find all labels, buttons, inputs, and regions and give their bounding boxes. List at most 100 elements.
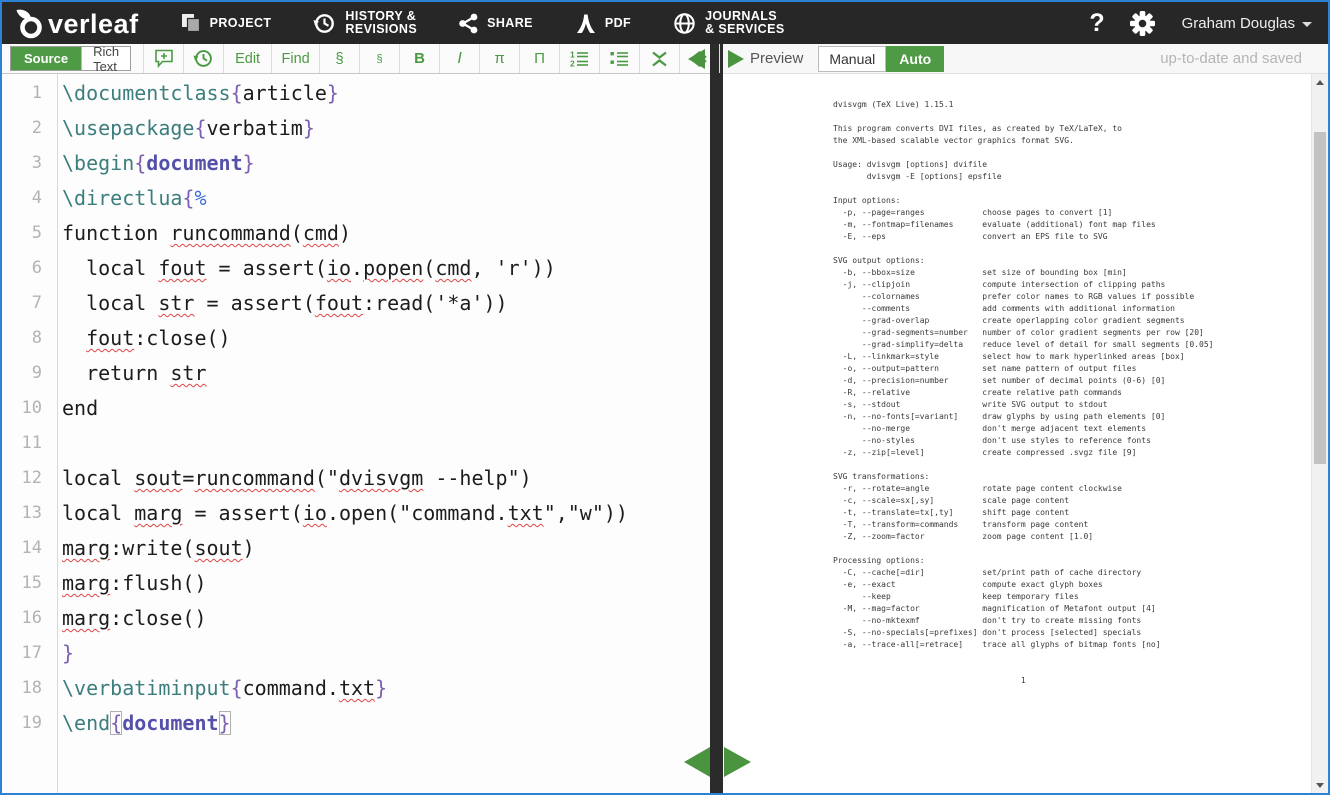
- line-number: 18: [2, 671, 57, 706]
- line-number: 2: [2, 111, 57, 146]
- code-line[interactable]: 15marg:flush(): [2, 566, 710, 601]
- code-line[interactable]: 10end: [2, 391, 710, 426]
- project-icon: [181, 13, 201, 33]
- gutter-divider: [57, 74, 58, 793]
- code-line[interactable]: 2\usepackage{verbatim}: [2, 111, 710, 146]
- numbered-list-button[interactable]: 1 2: [560, 44, 600, 73]
- help-button[interactable]: ?: [1089, 9, 1104, 38]
- code-line[interactable]: 13local marg = assert(io.open("command.t…: [2, 496, 710, 531]
- track-changes-button[interactable]: [184, 44, 224, 73]
- source-code-editor[interactable]: 1\documentclass{article}2\usepackage{ver…: [2, 74, 710, 793]
- pdf-text: dvisvgm (TeX Live) 1.15.1 This program c…: [723, 74, 1328, 687]
- pane-resize-divider[interactable]: [710, 44, 723, 793]
- italic-button[interactable]: I: [440, 44, 480, 73]
- code-text: function runcommand(cmd): [57, 216, 351, 251]
- preview-toolbar: Preview Manual Auto up-to-date and saved: [723, 44, 1328, 74]
- code-line[interactable]: 18\verbatiminput{command.txt}: [2, 671, 710, 706]
- main-split: Source Rich Text Edit: [2, 44, 1328, 793]
- expand-preview-arrow-top[interactable]: [728, 50, 744, 68]
- code-text: local sout=runcommand("dvisvgm --help"): [57, 461, 532, 496]
- preview-pane: Preview Manual Auto up-to-date and saved…: [723, 44, 1328, 793]
- add-comment-button[interactable]: [144, 44, 184, 73]
- manual-compile-button[interactable]: Manual: [818, 46, 886, 72]
- settings-gear-button[interactable]: [1129, 10, 1156, 37]
- code-text: local fout = assert(io.popen(cmd, 'r')): [57, 251, 556, 286]
- code-text: marg:write(sout): [57, 531, 255, 566]
- expand-preview-arrow-bottom[interactable]: [724, 747, 751, 777]
- code-text: \directlua{%: [57, 181, 207, 216]
- code-line[interactable]: 6 local fout = assert(io.popen(cmd, 'r')…: [2, 251, 710, 286]
- code-text: \documentclass{article}: [57, 76, 339, 111]
- chevron-down-icon: [1302, 22, 1312, 27]
- nav-item-project[interactable]: PROJECT: [181, 13, 272, 33]
- code-line[interactable]: 19\end{document}: [2, 706, 710, 741]
- user-menu[interactable]: Graham Douglas: [1182, 15, 1312, 32]
- bold-button[interactable]: B: [400, 44, 440, 73]
- rich-text-mode-button[interactable]: Rich Text: [81, 47, 130, 70]
- top-navbar: verleaf PROJECT HISTORY & REVISIONS: [2, 2, 1328, 44]
- line-number: 7: [2, 286, 57, 321]
- code-line[interactable]: 1\documentclass{article}: [2, 76, 710, 111]
- code-line[interactable]: 8 fout:close(): [2, 321, 710, 356]
- code-line[interactable]: 5function runcommand(cmd): [2, 216, 710, 251]
- code-line[interactable]: 4\directlua{%: [2, 181, 710, 216]
- collapse-editor-arrow-bottom[interactable]: [684, 747, 710, 777]
- scrollbar-up-button[interactable]: [1312, 74, 1328, 90]
- preview-label: Preview: [750, 50, 803, 67]
- history-clock-icon: [313, 12, 336, 35]
- code-text: local str = assert(fout:read('*a')): [57, 286, 508, 321]
- editor-toolbar-buttons: Edit Find § § B I π Π 1 2: [143, 44, 720, 73]
- line-number: 4: [2, 181, 57, 216]
- compile-mode-toggle: Manual Auto: [818, 46, 944, 72]
- preview-scrollbar[interactable]: [1311, 74, 1328, 793]
- code-line[interactable]: 12local sout=runcommand("dvisvgm --help"…: [2, 461, 710, 496]
- collapse-icon: [651, 51, 668, 67]
- navbar-right: ? Graham Douglas: [1089, 9, 1328, 38]
- nav-item-pdf[interactable]: PDF: [575, 13, 631, 34]
- code-line[interactable]: 17}: [2, 636, 710, 671]
- bullet-list-button[interactable]: [600, 44, 640, 73]
- nav-item-history-revisions[interactable]: HISTORY & REVISIONS: [313, 10, 417, 36]
- line-number: 3: [2, 146, 57, 181]
- code-line[interactable]: 9 return str: [2, 356, 710, 391]
- scroll-up-icon: [1316, 80, 1324, 85]
- edit-menu-button[interactable]: Edit: [224, 44, 272, 73]
- gear-icon: [1129, 10, 1156, 37]
- code-text: \usepackage{verbatim}: [57, 111, 315, 146]
- code-text: }: [57, 636, 74, 671]
- code-text: marg:close(): [57, 601, 207, 636]
- nav-item-share[interactable]: SHARE: [459, 13, 533, 34]
- find-button[interactable]: Find: [272, 44, 320, 73]
- user-name: Graham Douglas: [1182, 15, 1295, 32]
- code-line[interactable]: 16marg:close(): [2, 601, 710, 636]
- globe-icon: [673, 12, 696, 35]
- editor-toolbar: Source Rich Text Edit: [2, 44, 710, 74]
- overleaf-logo[interactable]: verleaf: [15, 8, 139, 39]
- pdf-adobe-icon: [575, 13, 596, 34]
- source-mode-button[interactable]: Source: [11, 47, 81, 70]
- svg-text:2: 2: [570, 59, 575, 68]
- numbered-list-icon: 1 2: [570, 50, 589, 67]
- logo-text: verleaf: [48, 9, 139, 39]
- collapse-lines-button[interactable]: [640, 44, 680, 73]
- pdf-preview: dvisvgm (TeX Live) 1.15.1 This program c…: [723, 74, 1328, 793]
- code-line[interactable]: 14marg:write(sout): [2, 531, 710, 566]
- code-line[interactable]: 11: [2, 426, 710, 461]
- line-number: 16: [2, 601, 57, 636]
- inline-math-button[interactable]: π: [480, 44, 520, 73]
- editor-pane: Source Rich Text Edit: [2, 44, 710, 793]
- line-number: 9: [2, 356, 57, 391]
- scroll-down-icon: [1316, 783, 1324, 788]
- nav-item-journals-services[interactable]: JOURNALS & SERVICES: [673, 10, 785, 36]
- line-number: 8: [2, 321, 57, 356]
- subsection-button[interactable]: §: [360, 44, 400, 73]
- code-line[interactable]: 7 local str = assert(fout:read('*a')): [2, 286, 710, 321]
- auto-compile-button[interactable]: Auto: [886, 46, 944, 72]
- collapse-editor-arrow-top[interactable]: [688, 49, 705, 69]
- scrollbar-thumb[interactable]: [1314, 132, 1326, 464]
- overleaf-leaf-icon: [15, 8, 48, 39]
- section-button[interactable]: §: [320, 44, 360, 73]
- code-line[interactable]: 3\begin{document}: [2, 146, 710, 181]
- code-text: fout:close(): [57, 321, 231, 356]
- display-math-button[interactable]: Π: [520, 44, 560, 73]
